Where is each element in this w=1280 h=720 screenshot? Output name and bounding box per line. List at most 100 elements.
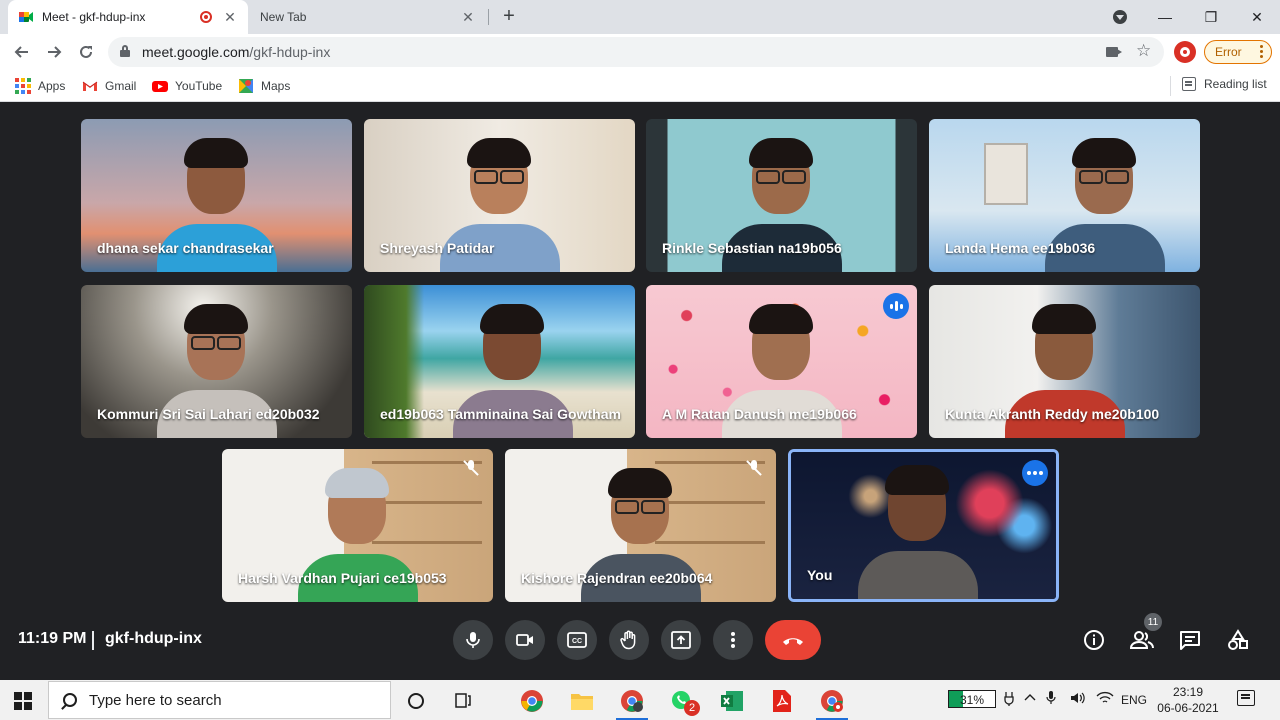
excel-icon[interactable] — [712, 684, 752, 718]
participant-name: Harsh Vardhan Pujari ce19b053 — [238, 570, 447, 586]
show-hidden-icons-icon[interactable] — [1024, 690, 1036, 707]
maps-icon — [238, 78, 254, 94]
restore-button[interactable]: ❐ — [1188, 0, 1234, 34]
participant-tile[interactable]: Harsh Vardhan Pujari ce19b053 — [222, 449, 493, 602]
video-camera-icon — [516, 634, 533, 646]
windows-taskbar: Type here to search 2 — [0, 680, 1280, 720]
recording-icon — [200, 11, 212, 23]
meeting-clock: 11:19 PM — [18, 630, 87, 647]
tab-strip: Meet - gkf-hdup-inx ✕ New Tab ✕ + — ❐ ✕ — [0, 0, 1280, 34]
volume-icon[interactable] — [1070, 690, 1086, 709]
microphone-button[interactable] — [453, 620, 493, 660]
microphone-icon — [466, 632, 480, 648]
forward-arrow-icon[interactable] — [40, 38, 68, 66]
windows-start-icon[interactable] — [14, 692, 32, 710]
present-screen-button[interactable] — [661, 620, 701, 660]
reading-list-icon — [1182, 77, 1196, 91]
reading-list-button[interactable]: Reading list — [1182, 77, 1267, 91]
activities-button[interactable] — [1226, 628, 1250, 652]
cortana-icon[interactable] — [396, 684, 436, 718]
back-arrow-icon[interactable] — [8, 38, 36, 66]
kebab-menu-icon — [731, 632, 735, 648]
pdf-reader-icon[interactable] — [762, 684, 802, 718]
action-center-icon[interactable] — [1237, 690, 1255, 706]
chrome-window-taskbar-icon[interactable] — [812, 684, 852, 720]
bookmark-youtube[interactable]: YouTube — [152, 77, 222, 95]
chat-button[interactable] — [1178, 628, 1202, 652]
raise-hand-button[interactable] — [609, 620, 649, 660]
bookmarks-divider — [1170, 76, 1171, 96]
close-tab-icon[interactable]: ✕ — [460, 9, 476, 26]
bookmark-gmail[interactable]: Gmail — [82, 77, 136, 95]
participant-tile[interactable]: A M Ratan Danush me19b066 — [646, 285, 917, 438]
task-view-icon[interactable] — [443, 684, 483, 718]
close-window-button[interactable]: ✕ — [1234, 0, 1280, 34]
participant-name: Landa Hema ee19b036 — [945, 240, 1096, 256]
participant-tile[interactable]: Kishore Rajendran ee20b064 — [505, 449, 776, 602]
participant-name: Kunta Akranth Reddy me20b100 — [945, 406, 1160, 422]
participant-name: Kommuri Sri Sai Lahari ed20b032 — [97, 406, 320, 422]
participant-tile[interactable]: ed19b063 Tamminaina Sai Gowtham — [364, 285, 635, 438]
participant-tile[interactable]: Kunta Akranth Reddy me20b100 — [929, 285, 1200, 438]
participant-tile[interactable]: Kommuri Sri Sai Lahari ed20b032 — [81, 285, 352, 438]
battery-charging-icon[interactable] — [1004, 690, 1014, 709]
wifi-icon[interactable] — [1096, 690, 1114, 709]
tab-title: New Tab — [260, 10, 307, 24]
participant-name: Kishore Rajendran ee20b064 — [521, 570, 713, 586]
participant-name: You — [807, 567, 833, 583]
lock-icon[interactable] — [120, 45, 130, 57]
input-language[interactable]: ENG — [1121, 693, 1147, 707]
bookmark-star-icon[interactable]: ☆ — [1136, 41, 1151, 61]
youtube-icon — [152, 78, 168, 94]
participant-tile[interactable]: Shreyash Patidar — [364, 119, 635, 272]
more-options-icon[interactable] — [1022, 460, 1048, 486]
new-tab-button[interactable]: + — [498, 6, 520, 28]
divider — [92, 631, 94, 650]
shapes-icon — [1228, 629, 1248, 650]
close-tab-icon[interactable]: ✕ — [222, 9, 238, 26]
whatsapp-icon[interactable]: 2 — [662, 684, 702, 718]
participant-name: A M Ratan Danush me19b066 — [662, 406, 857, 422]
minimize-button[interactable]: — — [1142, 0, 1188, 34]
microphone-tray-icon[interactable] — [1046, 690, 1056, 709]
meet-stage: dhana sekar chandrasekar Shreyash Patida… — [0, 103, 1280, 680]
bookmark-maps[interactable]: Maps — [238, 77, 290, 95]
participant-name: ed19b063 Tamminaina Sai Gowtham — [380, 406, 621, 422]
meeting-details-button[interactable] — [1082, 628, 1106, 652]
chrome-profile-taskbar-icon[interactable] — [612, 684, 652, 720]
camera-button[interactable] — [505, 620, 545, 660]
captions-button[interactable]: CC — [557, 620, 597, 660]
self-view-tile[interactable]: You — [788, 449, 1059, 602]
battery-indicator[interactable]: 31% — [948, 690, 996, 708]
more-options-button[interactable] — [713, 620, 753, 660]
bookmark-apps[interactable]: Apps — [15, 77, 65, 95]
participants-button[interactable] — [1130, 628, 1154, 652]
wall-frame — [984, 143, 1028, 205]
tab-meet[interactable]: Meet - gkf-hdup-inx ✕ — [8, 0, 248, 34]
participant-tile[interactable]: Landa Hema ee19b036 — [929, 119, 1200, 272]
file-explorer-icon[interactable] — [562, 684, 602, 718]
notification-badge: 2 — [684, 700, 700, 716]
error-profile-button[interactable]: Error — [1204, 40, 1272, 64]
chrome-taskbar-icon[interactable] — [512, 684, 552, 718]
camera-in-use-icon[interactable] — [1106, 47, 1118, 57]
leave-call-button[interactable] — [765, 620, 821, 660]
browser-toolbar: meet.google.com/gkf-hdup-inx ☆ — [0, 34, 1280, 70]
bookmarks-bar: Apps Gmail YouTube Maps — [0, 70, 1280, 102]
address-bar[interactable]: meet.google.com/gkf-hdup-inx ☆ — [108, 37, 1164, 67]
tab-title: Meet - gkf-hdup-inx — [42, 10, 146, 24]
kebab-menu-icon[interactable] — [1260, 45, 1263, 59]
taskbar-clock[interactable]: 23:19 06-06-2021 — [1150, 684, 1226, 716]
extension-icon[interactable] — [1174, 41, 1196, 63]
tab-new-tab[interactable]: New Tab ✕ — [250, 0, 486, 34]
participant-tile[interactable]: Rinkle Sebastian na19b056 — [646, 119, 917, 272]
taskbar-search-input[interactable]: Type here to search — [48, 681, 391, 719]
google-meet-icon — [18, 9, 34, 25]
reload-icon[interactable] — [72, 38, 100, 66]
participant-name: dhana sekar chandrasekar — [97, 240, 274, 256]
chat-icon — [1180, 631, 1200, 650]
meeting-code: gkf-hdup-inx — [105, 630, 202, 647]
muted-mic-icon — [746, 459, 762, 477]
tab-search-icon[interactable] — [1113, 10, 1127, 24]
participant-tile[interactable]: dhana sekar chandrasekar — [81, 119, 352, 272]
